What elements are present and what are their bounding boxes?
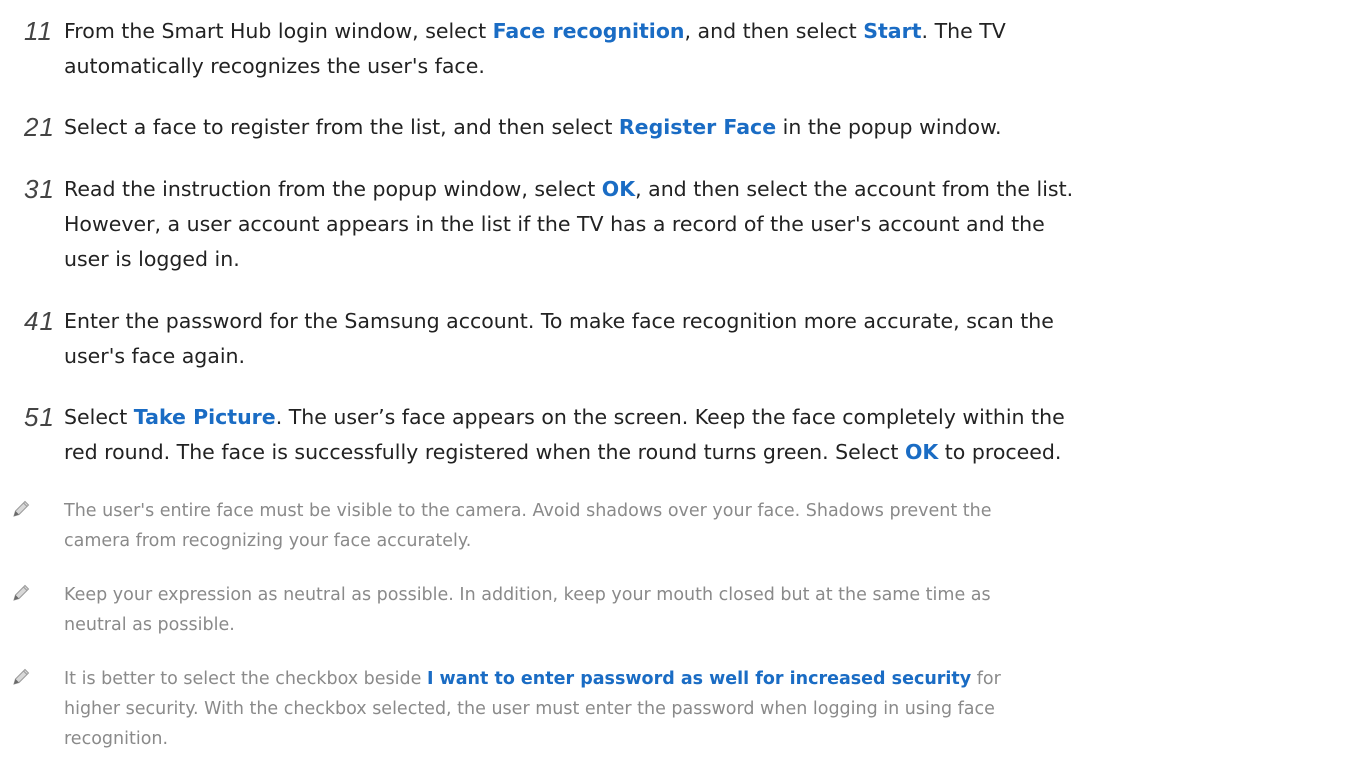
- note-line: It is better to select the checkbox besi…: [64, 664, 1334, 694]
- step-line: user is logged in.: [64, 242, 1334, 277]
- note-text-segment: Keep your expression as neutral as possi…: [64, 585, 991, 605]
- step-line: Enter the password for the Samsung accou…: [64, 304, 1334, 339]
- ui-term-start: Start: [863, 19, 922, 43]
- step-5: 51 Select Take Picture. The user’s face …: [0, 400, 1354, 472]
- step-4: 41 Enter the password for the Samsung ac…: [0, 304, 1354, 376]
- pencil-icon: [10, 498, 32, 520]
- ui-term-face-recognition: Face recognition: [492, 19, 685, 43]
- step-line: Select Take Picture. The user’s face app…: [64, 400, 1334, 435]
- step-number: 51: [24, 402, 55, 432]
- step-text-segment: Read the instruction from the popup wind…: [64, 177, 602, 201]
- step-text-segment: Select a face to register from the list,…: [64, 115, 619, 139]
- note-text-segment: The user's entire face must be visible t…: [64, 501, 992, 521]
- step-text-segment: . The TV: [921, 19, 1006, 43]
- step-text: Read the instruction from the popup wind…: [64, 172, 1334, 277]
- step-3: 31 Read the instruction from the popup w…: [0, 172, 1354, 280]
- step-number: 11: [24, 16, 53, 46]
- note-text: Keep your expression as neutral as possi…: [64, 580, 1334, 640]
- step-text-segment: . The user’s face appears on the screen.…: [275, 405, 1065, 429]
- pencil-icon: [10, 666, 32, 688]
- ui-term-register-face: Register Face: [618, 115, 777, 139]
- step-text-segment: user's face again.: [64, 344, 246, 368]
- ui-term-ok: OK: [904, 440, 939, 464]
- step-text-segment: red round. The face is successfully regi…: [64, 440, 905, 464]
- ui-term-password-checkbox: I want to enter password as well for inc…: [426, 669, 972, 689]
- note-2: Keep your expression as neutral as possi…: [0, 580, 1354, 640]
- note-3: It is better to select the checkbox besi…: [0, 664, 1354, 754]
- note-line: Keep your expression as neutral as possi…: [64, 580, 1334, 610]
- note-text-segment: higher security. With the checkbox selec…: [64, 699, 995, 719]
- step-text-segment: , and then select: [684, 19, 864, 43]
- note-text-segment: neutral as possible.: [64, 615, 235, 635]
- note-line: camera from recognizing your face accura…: [64, 526, 1334, 556]
- step-text-segment: in the popup window.: [776, 115, 1002, 139]
- note-line: recognition.: [64, 724, 1334, 754]
- note-text-segment: for: [971, 669, 1001, 689]
- step-line: Select a face to register from the list,…: [64, 110, 1334, 145]
- note-text: The user's entire face must be visible t…: [64, 496, 1334, 556]
- note-text: It is better to select the checkbox besi…: [64, 664, 1334, 754]
- note-text-segment: camera from recognizing your face accura…: [64, 531, 472, 551]
- note-1: The user's entire face must be visible t…: [0, 496, 1354, 556]
- step-number: 31: [24, 174, 55, 204]
- step-line: user's face again.: [64, 339, 1334, 374]
- ui-term-take-picture: Take Picture: [133, 405, 276, 429]
- step-text: Select a face to register from the list,…: [64, 110, 1334, 145]
- step-text-segment: automatically recognizes the user's face…: [64, 54, 485, 78]
- step-line: From the Smart Hub login window, select …: [64, 14, 1334, 49]
- note-text-segment: It is better to select the checkbox besi…: [64, 669, 427, 689]
- step-text: Enter the password for the Samsung accou…: [64, 304, 1334, 374]
- note-line: higher security. With the checkbox selec…: [64, 694, 1334, 724]
- step-text: Select Take Picture. The user’s face app…: [64, 400, 1334, 470]
- step-text-segment: , and then select the account from the l…: [635, 177, 1074, 201]
- step-line: Read the instruction from the popup wind…: [64, 172, 1334, 207]
- step-2: 21 Select a face to register from the li…: [0, 110, 1354, 146]
- note-line: neutral as possible.: [64, 610, 1334, 640]
- note-line: The user's entire face must be visible t…: [64, 496, 1334, 526]
- step-number: 21: [24, 112, 55, 142]
- step-text-segment: user is logged in.: [64, 247, 240, 271]
- step-text-segment: However, a user account appears in the l…: [64, 212, 1045, 236]
- note-text-segment: recognition.: [64, 729, 169, 749]
- step-1: 11 From the Smart Hub login window, sele…: [0, 14, 1354, 86]
- step-line: automatically recognizes the user's face…: [64, 49, 1334, 84]
- step-number: 41: [24, 306, 55, 336]
- step-text: From the Smart Hub login window, select …: [64, 14, 1334, 84]
- step-line: However, a user account appears in the l…: [64, 207, 1334, 242]
- step-line: red round. The face is successfully regi…: [64, 435, 1334, 470]
- step-text-segment: Select: [64, 405, 134, 429]
- step-text-segment: From the Smart Hub login window, select: [64, 19, 493, 43]
- pencil-icon: [10, 582, 32, 604]
- step-text-segment: to proceed.: [938, 440, 1062, 464]
- ui-term-ok: OK: [601, 177, 636, 201]
- step-text-segment: Enter the password for the Samsung accou…: [64, 309, 1054, 333]
